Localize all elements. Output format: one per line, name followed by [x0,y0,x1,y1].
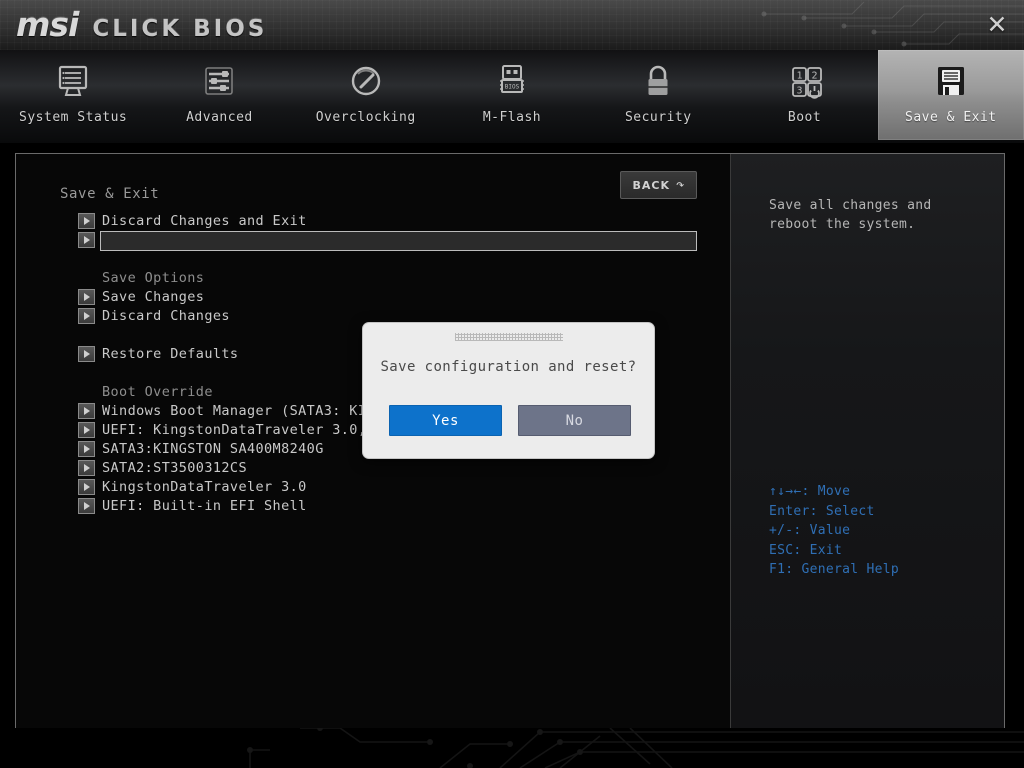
no-button[interactable]: No [518,405,631,436]
yes-button[interactable]: Yes [389,405,502,436]
dialog-grip-icon [455,333,563,341]
dialog-button-row: Yes No [389,405,631,436]
dialog-message: Save configuration and reset? [363,359,654,375]
bios-screen: msi CLICK BIOS ✕ System Status [0,0,1024,768]
confirm-dialog: Save configuration and reset? Yes No [362,322,655,459]
modal-overlay: Save configuration and reset? Yes No [0,0,1024,768]
